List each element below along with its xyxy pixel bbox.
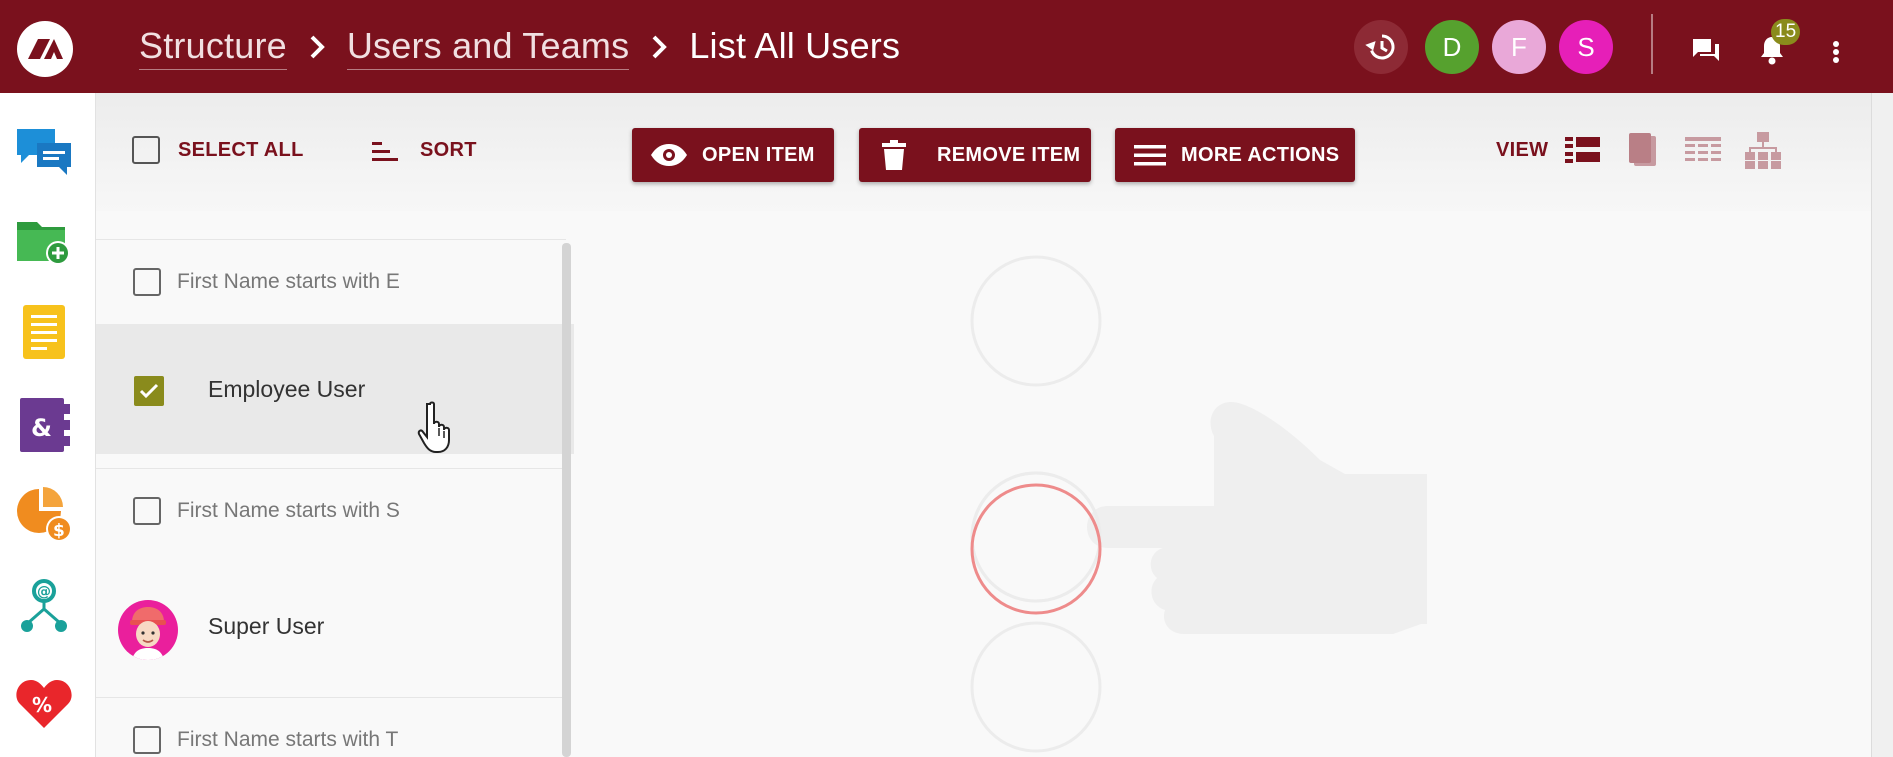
app-contacts[interactable]: & bbox=[14, 395, 74, 455]
avatar-f[interactable]: F bbox=[1492, 20, 1546, 74]
page-title: List All Users bbox=[689, 25, 901, 66]
cards-view-icon bbox=[1629, 133, 1656, 166]
svg-text:&: & bbox=[31, 414, 52, 442]
open-item-button[interactable]: OPEN ITEM bbox=[632, 128, 834, 182]
history-button[interactable] bbox=[1354, 20, 1408, 74]
group-header-s[interactable]: First Name starts with S bbox=[96, 468, 566, 552]
notes-icon bbox=[23, 305, 65, 359]
svg-text:%: % bbox=[32, 693, 52, 717]
group-label: First Name starts with S bbox=[177, 498, 400, 522]
placeholder-ring-bottom bbox=[970, 621, 1102, 753]
user-avatar-icon bbox=[130, 607, 166, 660]
tree-view-icon bbox=[1745, 132, 1781, 169]
app-health[interactable]: % bbox=[14, 673, 74, 733]
view-table-button[interactable] bbox=[1684, 134, 1722, 166]
sort-button[interactable]: SORT bbox=[370, 139, 477, 162]
avatar-d[interactable]: D bbox=[1425, 20, 1479, 74]
item-checkbox-checked[interactable] bbox=[134, 376, 164, 406]
detail-panel bbox=[574, 211, 1871, 757]
folder-add-icon bbox=[17, 222, 70, 265]
avatar-s[interactable]: S bbox=[1559, 20, 1613, 74]
history-icon bbox=[1365, 34, 1395, 60]
select-all-checkbox[interactable] bbox=[132, 136, 160, 164]
breadcrumb-users-and-teams[interactable]: Users and Teams bbox=[346, 25, 630, 70]
header-divider bbox=[1651, 14, 1653, 74]
logo-icon bbox=[28, 39, 63, 59]
highlight-ring bbox=[970, 483, 1102, 615]
chat-icon bbox=[1693, 39, 1719, 61]
email-network-icon: @ bbox=[21, 579, 67, 632]
chat-bubbles-icon bbox=[17, 129, 71, 175]
group-checkbox[interactable] bbox=[133, 267, 161, 296]
sort-label: SORT bbox=[420, 139, 477, 161]
more-vert-icon bbox=[1833, 41, 1839, 63]
sort-icon bbox=[372, 141, 398, 161]
view-cards-button[interactable] bbox=[1626, 130, 1660, 170]
group-label: First Name starts with T bbox=[177, 727, 399, 751]
app-notes[interactable] bbox=[14, 302, 74, 362]
more-actions-label: MORE ACTIONS bbox=[1181, 143, 1340, 166]
table-view-icon bbox=[1685, 137, 1721, 161]
user-list: First Name starts with E Employee User F… bbox=[96, 211, 574, 757]
view-list-button[interactable] bbox=[1564, 133, 1602, 167]
app-sidebar: & $ @ % bbox=[0, 93, 96, 757]
avatar bbox=[118, 600, 178, 660]
list-scrollbar[interactable] bbox=[562, 243, 571, 757]
app-email-network[interactable]: @ bbox=[14, 578, 74, 638]
breadcrumb: Structure Users and Teams List All Users bbox=[139, 22, 900, 72]
more-actions-button[interactable]: MORE ACTIONS bbox=[1115, 128, 1355, 182]
app-documents[interactable] bbox=[14, 211, 74, 271]
item-name: Super User bbox=[208, 613, 325, 639]
remove-item-label: REMOVE ITEM bbox=[937, 143, 1081, 166]
group-header-e[interactable]: First Name starts with E bbox=[96, 239, 566, 323]
group-checkbox[interactable] bbox=[133, 725, 161, 754]
view-label: VIEW bbox=[1496, 139, 1549, 161]
hand-cursor-icon bbox=[417, 401, 450, 453]
item-name: Employee User bbox=[208, 376, 366, 402]
top-header: Structure Users and Teams List All Users… bbox=[0, 0, 1893, 93]
trash-icon bbox=[882, 140, 906, 170]
heart-percent-icon: % bbox=[16, 680, 72, 728]
view-tree-button[interactable] bbox=[1744, 130, 1782, 170]
list-item-super-user[interactable]: Super User bbox=[96, 563, 574, 693]
select-all-toggle[interactable]: SELECT ALL bbox=[132, 136, 304, 164]
address-book-icon: & bbox=[20, 398, 70, 452]
open-item-label: OPEN ITEM bbox=[702, 143, 815, 166]
chevron-right-icon bbox=[629, 33, 689, 61]
svg-text:$: $ bbox=[53, 521, 65, 541]
svg-text:@: @ bbox=[37, 584, 51, 600]
group-checkbox[interactable] bbox=[133, 496, 161, 525]
app-messages[interactable] bbox=[14, 121, 74, 181]
notification-badge: 15 bbox=[1771, 19, 1801, 45]
group-label: First Name starts with E bbox=[177, 269, 400, 293]
menu-icon bbox=[1134, 145, 1166, 166]
pie-chart-dollar-icon: $ bbox=[17, 487, 72, 542]
page-scrollbar[interactable] bbox=[1871, 93, 1893, 757]
list-item-employee-user[interactable]: Employee User bbox=[96, 324, 574, 454]
app-logo[interactable] bbox=[17, 21, 73, 77]
overflow-menu-button[interactable] bbox=[1826, 38, 1846, 66]
breadcrumb-structure[interactable]: Structure bbox=[139, 25, 287, 70]
group-header-t[interactable]: First Name starts with T bbox=[96, 697, 566, 757]
eye-icon bbox=[651, 144, 687, 166]
remove-item-button[interactable]: REMOVE ITEM bbox=[859, 128, 1091, 182]
chat-button[interactable] bbox=[1688, 34, 1724, 66]
list-view-icon bbox=[1565, 137, 1600, 163]
check-icon bbox=[139, 383, 159, 399]
select-all-label: SELECT ALL bbox=[178, 138, 304, 161]
chevron-right-icon bbox=[287, 33, 347, 61]
app-finance[interactable]: $ bbox=[14, 484, 74, 544]
